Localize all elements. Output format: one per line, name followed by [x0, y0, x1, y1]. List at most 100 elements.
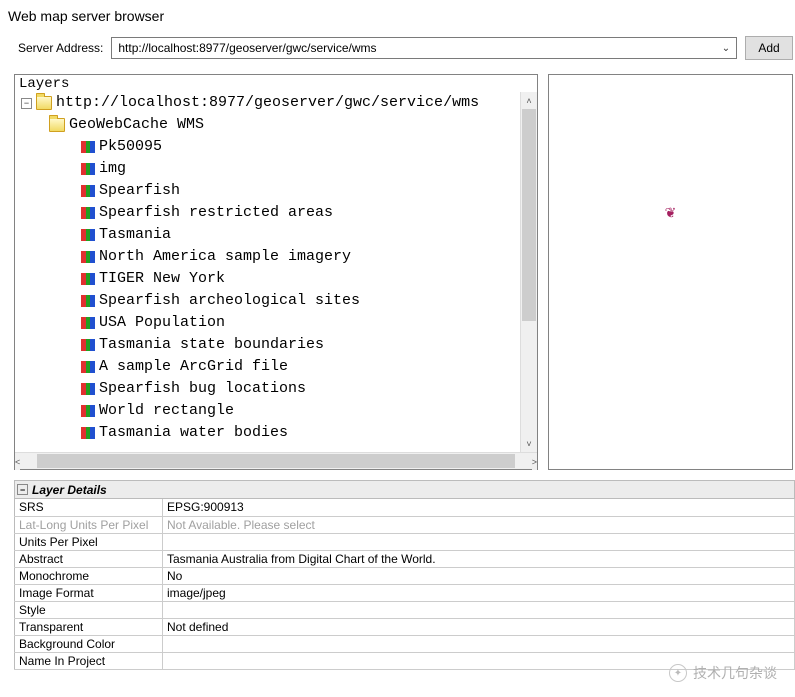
tree-node[interactable]: − http://localhost:8977/geoserver/gwc/ser… — [17, 92, 537, 114]
layers-panel: Layers − http://localhost:8977/geoserver/… — [14, 74, 538, 470]
tree-node[interactable]: GeoWebCache WMS — [17, 114, 537, 136]
property-value: EPSG:900913 — [163, 499, 795, 516]
property-key: Background Color — [15, 635, 163, 652]
wechat-icon: ✦ — [669, 664, 687, 682]
loading-icon: ❦ — [665, 204, 677, 221]
layer-icon — [81, 273, 95, 285]
layer-icon — [81, 207, 95, 219]
layer-icon — [81, 229, 95, 241]
preview-panel: ❦ — [548, 74, 793, 470]
tree-label: img — [99, 158, 126, 180]
tree-node[interactable]: North America sample imagery — [17, 246, 537, 268]
tree-node[interactable]: A sample ArcGrid file — [17, 356, 537, 378]
layer-icon — [81, 339, 95, 351]
tree-node[interactable]: Spearfish — [17, 180, 537, 202]
property-key: Lat-Long Units Per Pixel — [15, 516, 163, 533]
tree-label: Spearfish bug locations — [99, 378, 306, 400]
vertical-scrollbar[interactable]: ˄ ˅ — [520, 92, 537, 452]
layer-tree[interactable]: − http://localhost:8977/geoserver/gwc/ser… — [15, 92, 537, 448]
layer-icon — [81, 251, 95, 263]
tree-label: http://localhost:8977/geoserver/gwc/serv… — [56, 92, 479, 114]
property-key: Image Format — [15, 584, 163, 601]
tree-label: Pk50095 — [99, 136, 162, 158]
tree-node[interactable]: Spearfish bug locations — [17, 378, 537, 400]
property-key: Name In Project — [15, 652, 163, 669]
folder-icon — [36, 96, 52, 110]
layer-icon — [81, 163, 95, 175]
scroll-up-icon[interactable]: ˄ — [521, 92, 537, 109]
collapse-icon[interactable]: − — [17, 484, 28, 495]
collapse-icon[interactable]: − — [21, 98, 32, 109]
property-value: image/jpeg — [163, 584, 795, 601]
layer-details-panel: − Layer Details SRSEPSG:900913Lat-Long U… — [14, 480, 795, 670]
watermark-text: 技术几句杂谈 — [693, 663, 777, 683]
tree-node[interactable]: World rectangle — [17, 400, 537, 422]
layer-icon — [81, 317, 95, 329]
tree-label: Spearfish restricted areas — [99, 202, 333, 224]
property-value — [163, 601, 795, 618]
tree-label: Tasmania water bodies — [99, 422, 288, 444]
tree-label: North America sample imagery — [99, 246, 351, 268]
address-label: Server Address: — [18, 41, 103, 55]
address-bar: Server Address: http://localhost:8977/ge… — [0, 36, 795, 74]
address-combobox[interactable]: http://localhost:8977/geoserver/gwc/serv… — [111, 37, 737, 59]
property-row[interactable]: TransparentNot defined — [15, 618, 795, 635]
tree-label: USA Population — [99, 312, 225, 334]
property-key: Style — [15, 601, 163, 618]
tree-label: Spearfish — [99, 180, 180, 202]
properties-table: SRSEPSG:900913Lat-Long Units Per PixelNo… — [14, 499, 795, 670]
property-row[interactable]: Background Color — [15, 635, 795, 652]
tree-node[interactable]: Spearfish archeological sites — [17, 290, 537, 312]
tree-label: Tasmania — [99, 224, 171, 246]
property-key: Transparent — [15, 618, 163, 635]
property-row[interactable]: SRSEPSG:900913 — [15, 499, 795, 516]
property-value: Not Available. Please select — [163, 516, 795, 533]
tree-label: Spearfish archeological sites — [99, 290, 360, 312]
layer-details-header[interactable]: − Layer Details — [14, 481, 795, 499]
scroll-thumb[interactable] — [522, 109, 536, 321]
tree-node[interactable]: Tasmania — [17, 224, 537, 246]
scroll-down-icon[interactable]: ˅ — [521, 435, 537, 452]
layers-header: Layers — [15, 75, 537, 92]
layer-icon — [81, 383, 95, 395]
horizontal-scrollbar[interactable]: ˂ ˃ — [15, 452, 537, 469]
tree-node[interactable]: Tasmania state boundaries — [17, 334, 537, 356]
tree-node[interactable]: Spearfish restricted areas — [17, 202, 537, 224]
property-value: No — [163, 567, 795, 584]
layer-icon — [81, 427, 95, 439]
property-value: Tasmania Australia from Digital Chart of… — [163, 550, 795, 567]
scroll-thumb[interactable] — [37, 454, 514, 468]
tree-node[interactable]: USA Population — [17, 312, 537, 334]
tree-node[interactable]: Tasmania water bodies — [17, 422, 537, 444]
chevron-down-icon[interactable]: ⌄ — [718, 39, 734, 57]
property-row[interactable]: Image Formatimage/jpeg — [15, 584, 795, 601]
address-value: http://localhost:8977/geoserver/gwc/serv… — [118, 41, 376, 55]
layer-icon — [81, 141, 95, 153]
property-row[interactable]: Units Per Pixel — [15, 533, 795, 550]
layer-icon — [81, 405, 95, 417]
scroll-right-icon[interactable]: ˃ — [532, 453, 537, 470]
layer-icon — [81, 361, 95, 373]
tree-label: Tasmania state boundaries — [99, 334, 324, 356]
property-key: SRS — [15, 499, 163, 516]
layer-icon — [81, 185, 95, 197]
property-row[interactable]: AbstractTasmania Australia from Digital … — [15, 550, 795, 567]
layer-icon — [81, 295, 95, 307]
add-button[interactable]: Add — [745, 36, 793, 60]
property-row[interactable]: MonochromeNo — [15, 567, 795, 584]
tree-node[interactable]: img — [17, 158, 537, 180]
property-row[interactable]: Style — [15, 601, 795, 618]
tree-node[interactable]: Pk50095 — [17, 136, 537, 158]
window-title: Web map server browser — [0, 0, 795, 36]
folder-icon — [49, 118, 65, 132]
property-key: Abstract — [15, 550, 163, 567]
tree-label: A sample ArcGrid file — [99, 356, 288, 378]
property-value — [163, 533, 795, 550]
watermark: ✦ 技术几句杂谈 — [669, 663, 777, 683]
layer-details-title: Layer Details — [32, 483, 107, 497]
tree-label: World rectangle — [99, 400, 234, 422]
property-row[interactable]: Lat-Long Units Per PixelNot Available. P… — [15, 516, 795, 533]
tree-node[interactable]: TIGER New York — [17, 268, 537, 290]
property-value: Not defined — [163, 618, 795, 635]
property-value — [163, 635, 795, 652]
